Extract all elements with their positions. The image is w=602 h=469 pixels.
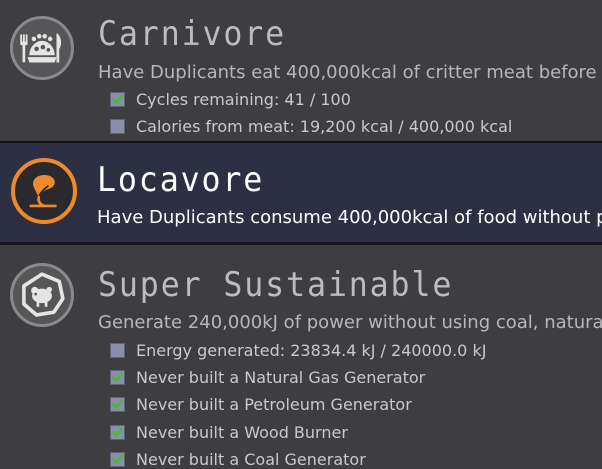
locavore-badge-icon [11, 158, 77, 224]
achievement-locavore[interactable]: Locavore Have Duplicants consume 400,000… [0, 141, 602, 245]
checkbox-checked-icon [110, 452, 125, 467]
requirement-label: Never built a Coal Generator [136, 450, 366, 469]
checkbox-checked-icon [110, 370, 125, 385]
achievement-description: Generate 240,000kJ of power without usin… [98, 312, 602, 333]
super-sustainable-badge-icon [10, 263, 74, 327]
requirement-label: Never built a Petroleum Generator [136, 395, 412, 414]
requirement-label: Never built a Natural Gas Generator [136, 368, 426, 387]
achievement-carnivore[interactable]: Carnivore Have Duplicants eat 400,000kca… [0, 0, 602, 140]
requirement-label: Cycles remaining: 41 / 100 [136, 90, 351, 109]
achievement-super-sustainable[interactable]: Super Sustainable Generate 240,000kJ of … [0, 247, 602, 469]
requirement-label: Energy generated: 23834.4 kJ / 240000.0 … [136, 341, 487, 360]
achievement-description: Have Duplicants eat 400,000kcal of critt… [98, 62, 602, 83]
achievement-title: Carnivore [98, 14, 287, 54]
checkbox-unchecked-icon [110, 343, 125, 358]
checkbox-unchecked-icon [110, 119, 125, 134]
achievement-title: Super Sustainable [98, 265, 454, 305]
carnivore-badge-icon [10, 16, 74, 80]
checkbox-checked-icon [110, 397, 125, 412]
checkbox-checked-icon [110, 425, 125, 440]
requirement-label: Never built a Wood Burner [136, 423, 348, 442]
checkbox-checked-icon [110, 92, 125, 107]
requirement-label: Calories from meat: 19,200 kcal / 400,00… [136, 117, 513, 136]
achievement-title: Locavore [97, 160, 265, 200]
achievement-description: Have Duplicants consume 400,000kcal of f… [97, 207, 602, 228]
